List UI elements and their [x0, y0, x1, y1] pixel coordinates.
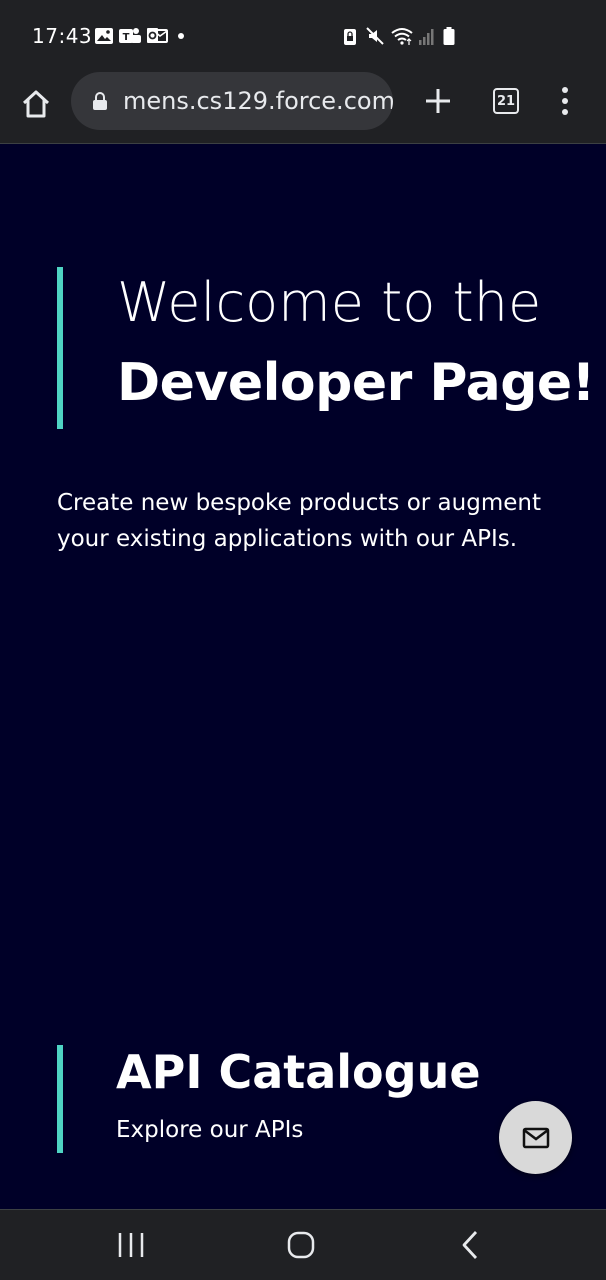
- mail-icon: [522, 1127, 549, 1148]
- hero-title-line2: Developer Page!: [117, 353, 595, 413]
- browser-toolbar: mens.cs129.force.com 21: [0, 72, 606, 144]
- vpn-lock-icon: [344, 29, 356, 45]
- notification-dot: [178, 33, 184, 39]
- url-text: mens.cs129.force.com: [123, 87, 393, 115]
- system-nav-bar: [0, 1209, 606, 1280]
- back-icon[interactable]: [459, 1230, 481, 1260]
- hero-accent-bar: [57, 267, 63, 429]
- hero-title-line1: Welcome to the: [117, 271, 542, 334]
- api-catalogue-subtitle: Explore our APIs: [116, 1117, 304, 1143]
- svg-text:T: T: [123, 32, 130, 43]
- battery-icon: [443, 27, 455, 45]
- contact-button[interactable]: [499, 1101, 572, 1174]
- recent-apps-icon[interactable]: [117, 1232, 145, 1258]
- address-bar[interactable]: mens.cs129.force.com: [71, 72, 393, 130]
- outlook-icon: [147, 28, 168, 43]
- new-tab-icon[interactable]: [424, 87, 452, 115]
- status-time: 17:43: [32, 24, 93, 48]
- home-nav-icon[interactable]: [287, 1231, 315, 1259]
- hero-intro: Create new bespoke products or augment y…: [57, 490, 541, 552]
- page-content: Welcome to the Developer Page! Create ne…: [0, 145, 606, 1209]
- teams-icon: T: [119, 28, 141, 43]
- status-bar: 17:43 T: [0, 0, 606, 72]
- home-icon[interactable]: [18, 86, 54, 122]
- wifi-icon: [391, 28, 413, 45]
- image-icon: [95, 28, 113, 44]
- tab-count: 21: [496, 93, 516, 109]
- lock-icon: [93, 92, 107, 110]
- tab-switcher-button[interactable]: 21: [493, 88, 519, 114]
- mute-icon: [366, 27, 384, 45]
- signal-icon: [419, 29, 434, 45]
- api-accent-bar: [57, 1045, 63, 1153]
- more-menu-icon[interactable]: [556, 86, 574, 116]
- api-catalogue-title: API Catalogue: [116, 1045, 481, 1099]
